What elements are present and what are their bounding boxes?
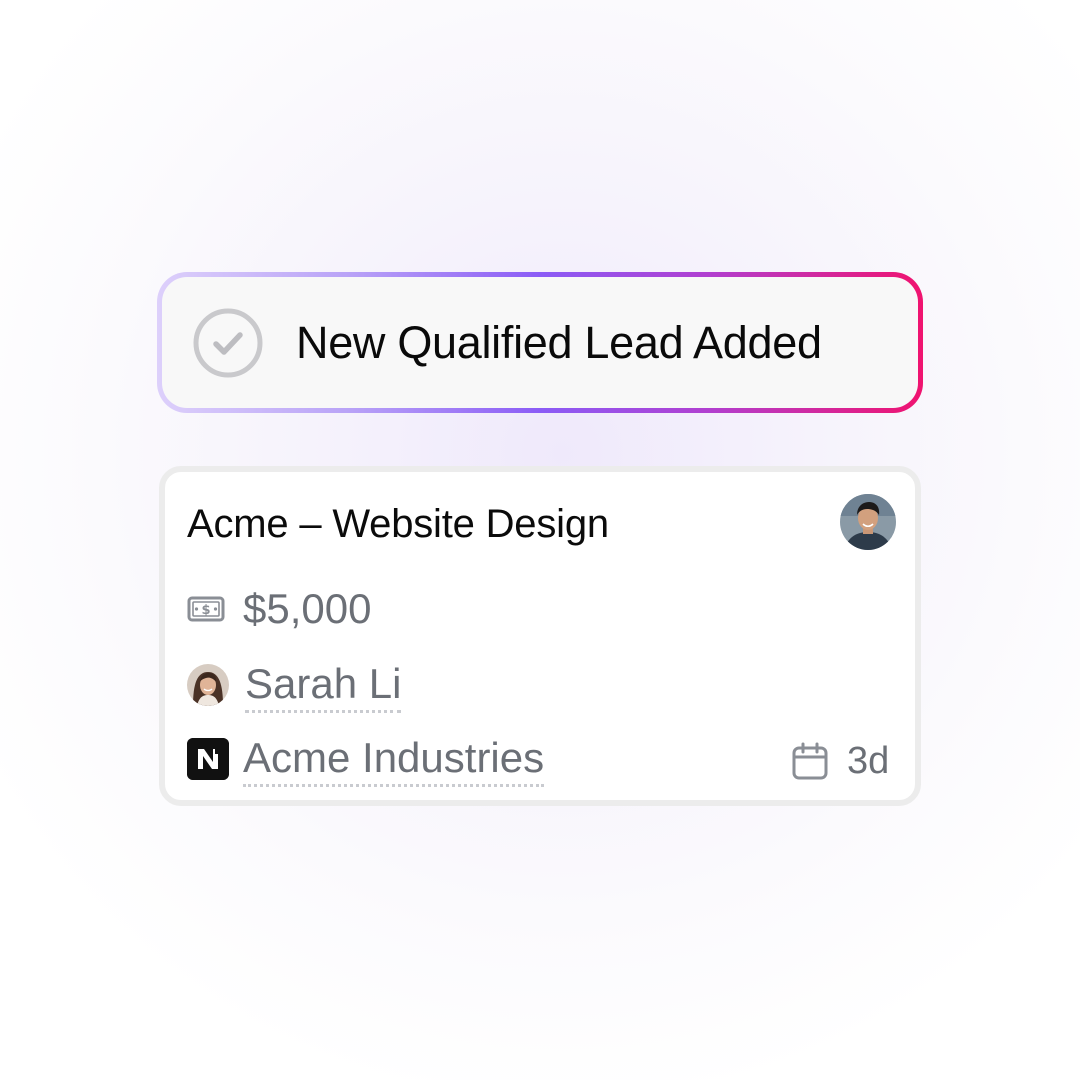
due-date[interactable]: 3d (791, 734, 889, 788)
amount-row: $ $5,000 (187, 580, 371, 638)
due-label: 3d (847, 739, 890, 782)
notification-title: New Qualified Lead Added (296, 316, 822, 368)
company-logo (187, 738, 229, 780)
contact-name[interactable]: Sarah Li (245, 658, 402, 713)
deal-card[interactable]: Acme – Website Design $ $5,000 Sarah Li … (159, 466, 921, 806)
contact-avatar (187, 664, 229, 706)
deal-title[interactable]: Acme – Website Design (187, 502, 609, 547)
check-circle-icon (193, 308, 263, 377)
company-name[interactable]: Acme Industries (243, 732, 545, 787)
owner-avatar-image (840, 494, 896, 550)
lead-notification[interactable]: New Qualified Lead Added (162, 277, 918, 408)
money-icon: $ (187, 596, 225, 622)
avatar[interactable] (840, 494, 896, 550)
notification-border: New Qualified Lead Added (157, 272, 923, 413)
calendar-icon (792, 742, 828, 780)
svg-text:$: $ (201, 603, 210, 618)
deal-amount: $5,000 (243, 585, 372, 632)
contact-row[interactable]: Sarah Li (187, 656, 402, 714)
company-row[interactable]: Acme Industries (187, 730, 545, 788)
